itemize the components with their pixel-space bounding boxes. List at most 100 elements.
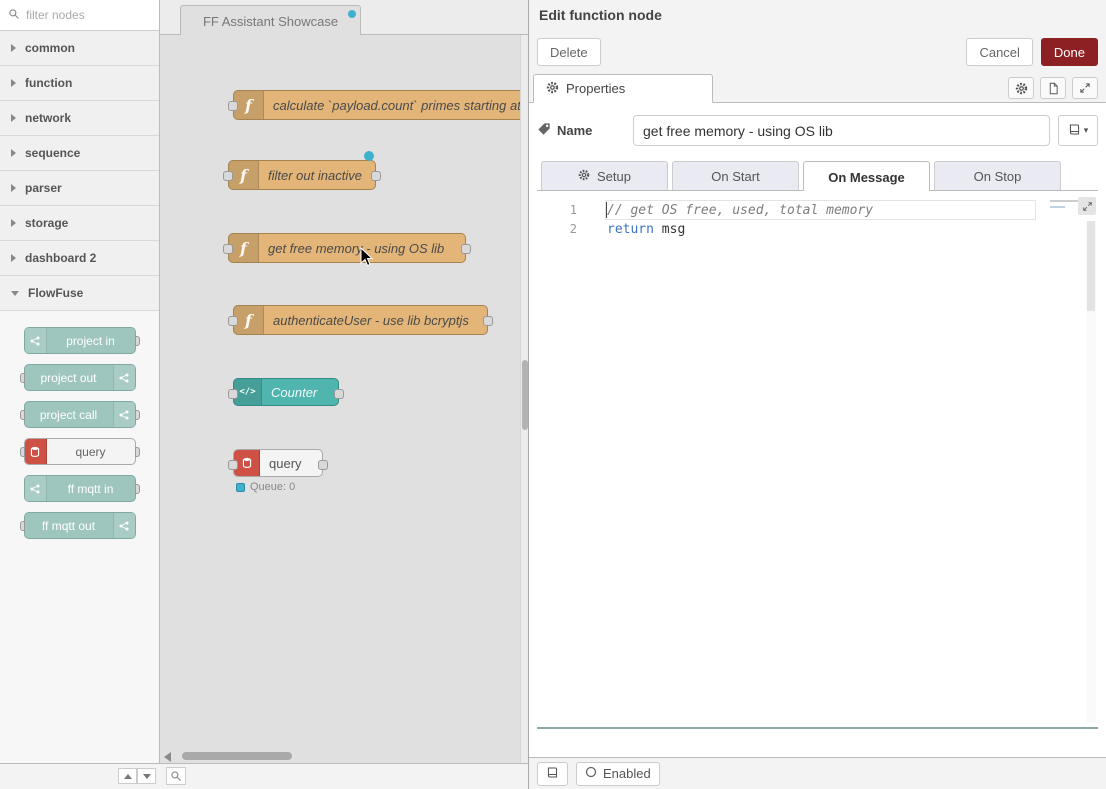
node-settings-button[interactable] [1008,77,1034,99]
palette-node-label: project in [47,334,135,348]
expand-editor-button[interactable] [1078,197,1096,215]
line-number-gutter[interactable]: 1 2 [537,201,593,239]
scroll-left-arrow-icon[interactable] [164,752,171,762]
palette-node-project-call[interactable]: project call [24,401,136,428]
palette-node-ff-mqtt-out[interactable]: ff mqtt out [24,512,136,539]
node-output-port[interactable] [371,171,381,181]
status-dot-icon [236,483,245,492]
canvas-vertical-scrollbar[interactable] [520,35,528,763]
flow-node-authenticate-user[interactable]: f authenticateUser - use lib bcryptjs [233,305,488,335]
palette-category-storage[interactable]: storage [0,206,159,241]
properties-tab-label: Properties [566,81,625,96]
editor-scrollbar[interactable] [1086,221,1096,723]
code-lines[interactable]: // get OS free, used, total memory retur… [607,201,1028,239]
cancel-button[interactable]: Cancel [966,38,1032,66]
node-description-button[interactable] [1040,77,1066,99]
palette-category-parser[interactable]: parser [0,171,159,206]
palette-category-dashboard-2[interactable]: dashboard 2 [0,241,159,276]
canvas-horizontal-scrollbar[interactable] [164,751,518,761]
chevron-right-icon [11,254,16,262]
node-output-port [135,447,140,457]
flow-tab-label: FF Assistant Showcase [203,14,338,29]
node-input-port[interactable] [223,171,233,181]
flow-tab[interactable]: FF Assistant Showcase [180,5,361,36]
function-icon: f [229,234,259,262]
palette-category-sequence[interactable]: sequence [0,136,159,171]
name-row: Name ▾ [537,115,1098,146]
tray-body: Name ▾ Setup On Start [529,103,1106,757]
category-label: parser [25,181,62,195]
chevron-down-icon [11,291,19,296]
chevron-right-icon [11,219,16,227]
node-info-button[interactable] [537,762,568,786]
enabled-toggle-button[interactable]: Enabled [576,762,660,786]
chevron-down-icon [143,774,151,779]
node-output-port[interactable] [461,244,471,254]
library-button[interactable]: ▾ [1058,115,1098,146]
node-output-port[interactable] [483,316,493,326]
palette-category-function[interactable]: function [0,66,159,101]
code-icon: </> [234,379,262,405]
tab-properties[interactable]: Properties [533,74,713,103]
chevron-right-icon [11,114,16,122]
node-output-port[interactable] [334,389,344,399]
node-output-port [135,484,140,494]
palette-node-project-in[interactable]: project in [24,327,136,354]
palette-category-flowfuse[interactable]: FlowFuse [0,276,159,311]
horizontal-scroll-thumb[interactable] [182,752,292,760]
palette-category-common[interactable]: common [0,31,159,66]
function-icon: f [229,161,259,189]
search-icon [8,8,20,23]
tab-on-start[interactable]: On Start [672,161,799,190]
node-label: get free memory - using OS lib [259,241,454,256]
flow-canvas[interactable]: f calculate `payload.count` primes start… [160,35,520,763]
expand-tray-button[interactable] [1072,77,1098,99]
node-input-port[interactable] [223,244,233,254]
node-input-port [20,447,25,457]
node-label: filter out inactive [259,168,372,183]
node-output-port[interactable] [318,460,328,470]
name-label: Name [537,122,625,139]
flow-node-calculate-primes[interactable]: f calculate `payload.count` primes start… [233,90,520,120]
node-output-port [135,410,140,420]
palette-category-network[interactable]: network [0,101,159,136]
category-label: sequence [25,146,80,160]
flow-node-query[interactable]: query [233,449,323,477]
tab-label: On Stop [974,169,1022,184]
category-label: FlowFuse [28,286,83,300]
collapse-categories-button[interactable] [118,768,137,784]
editor-scroll-thumb[interactable] [1087,221,1095,311]
search-flows-button[interactable] [166,767,186,785]
tab-on-stop[interactable]: On Stop [934,161,1061,190]
node-label: authenticateUser - use lib bcryptjs [264,313,479,328]
node-name-input[interactable] [633,115,1050,146]
chevron-up-icon [124,774,132,779]
chevron-down-icon: ▾ [1084,125,1089,136]
node-input-port[interactable] [228,101,238,111]
tab-setup[interactable]: Setup [541,161,668,190]
flow-node-filter-out-inactive[interactable]: f filter out inactive [228,160,376,190]
flow-node-counter[interactable]: </> Counter [233,378,339,406]
expand-categories-button[interactable] [137,768,156,784]
flow-node-get-free-memory[interactable]: f get free memory - using OS lib [228,233,466,263]
node-input-port[interactable] [228,316,238,326]
tray-toolbar: Delete Cancel Done [529,30,1106,74]
monaco-code-editor[interactable]: 1 2 // get OS free, used, total memory r… [537,191,1098,729]
palette-node-ff-mqtt-in[interactable]: ff mqtt in [24,475,136,502]
palette-node-label: ff mqtt out [25,519,113,533]
database-icon [25,439,47,464]
palette-node-label: ff mqtt in [47,482,135,496]
palette-node-project-out[interactable]: project out [24,364,136,391]
tag-icon [537,122,551,139]
node-input-port[interactable] [228,389,238,399]
delete-button[interactable]: Delete [537,38,601,66]
book-icon [1068,123,1081,139]
palette-node-query[interactable]: query [24,438,136,465]
done-button[interactable]: Done [1041,38,1098,66]
node-input-port[interactable] [228,460,238,470]
chevron-right-icon [11,79,16,87]
palette-filter-input[interactable] [26,8,151,22]
node-input-port [20,410,25,420]
tab-on-message[interactable]: On Message [803,161,930,192]
palette-search[interactable] [0,0,159,31]
